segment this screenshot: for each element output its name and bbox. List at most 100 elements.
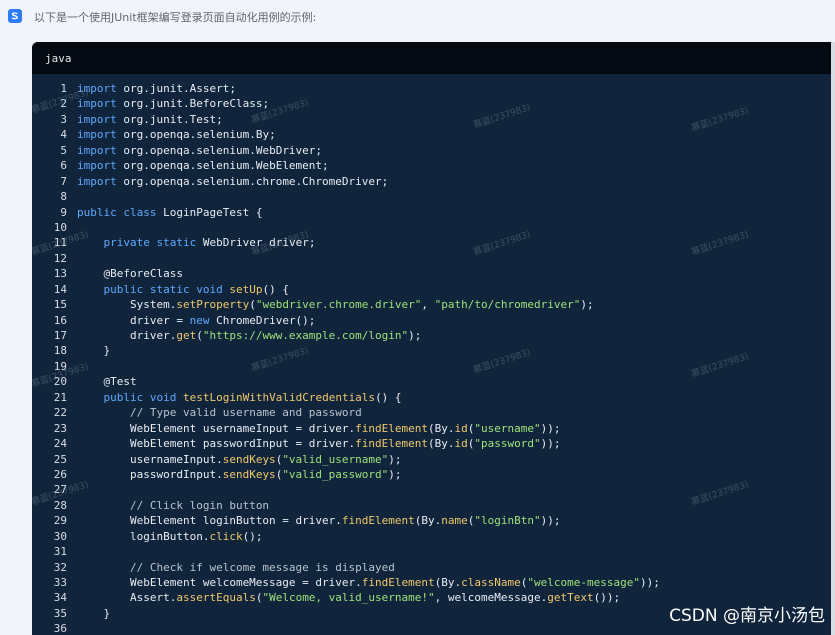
code-line: 25 usernameInput.sendKeys("valid_usernam… [32,452,832,467]
line-number: 2 [60,97,67,111]
code-text: import org.openqa.selenium.WebDriver; [77,143,323,157]
code-line: 22 // Type valid username and password [32,405,832,420]
line-number: 35 [53,606,67,620]
code-line: 15 System.setProperty("webdriver.chrome.… [32,297,832,312]
line-number: 4 [60,128,67,142]
code-text: import org.junit.BeforeClass; [77,97,270,111]
line-number: 19 [53,359,67,373]
code-text: WebElement passwordInput = driver.findEl… [77,437,561,451]
code-line: 14 public static void setUp() { [32,282,832,297]
line-number: 11 [53,236,67,250]
line-number: 28 [53,498,67,512]
code-text: import org.junit.Assert; [77,82,236,95]
code-text: import org.openqa.selenium.By; [77,128,276,142]
code-line: 30 loginButton.click(); [32,529,832,544]
code-text: @BeforeClass [103,267,183,281]
code-line: 26 passwordInput.sendKeys("valid_passwor… [32,467,832,482]
line-number: 26 [53,467,67,481]
code-text: } [77,344,111,358]
line-number: 16 [53,313,67,327]
code-body: 1 import org.junit.Assert; 2 import org.jun… [32,81,832,635]
code-line: 32 // Check if welcome message is displa… [32,560,832,575]
code-text: WebElement welcomeMessage = driver.findE… [77,576,660,589]
code-text: // Type valid username and password [129,406,362,420]
code-line: 11 private static WebDriver driver; [32,235,832,250]
code-line: 10 [32,220,832,235]
code-text: // Click login button [129,498,270,512]
line-number: 23 [53,421,67,435]
code-text: public class LoginPageTest { [77,205,263,219]
code-line: 24 WebElement passwordInput = driver.fin… [32,436,832,451]
line-number: 20 [53,375,67,389]
code-line: 5 import org.openqa.selenium.WebDriver; [32,143,832,158]
code-line: 28 // Click login button [32,498,832,513]
line-number: 24 [53,437,67,451]
code-line: 6 import org.openqa.selenium.WebElement; [32,158,832,173]
line-number: 7 [60,174,67,188]
code-line: 12 [32,251,832,266]
line-number: 1 [60,82,67,95]
code-text: import org.junit.Test; [77,112,223,126]
code-text: public void testLoginWithValidCredential… [103,390,402,404]
code-line: 3 import org.junit.Test; [32,112,832,127]
code-text: @Test [103,375,137,389]
line-number: 6 [60,159,67,173]
line-number: 21 [53,390,67,404]
line-number: 5 [60,143,67,157]
code-line: 13 @BeforeClass [32,266,832,281]
csdn-watermark: CSDN @南京小汤包 [669,606,825,626]
vertical-scrollbar[interactable] [831,42,835,635]
code-text: // Check if welcome message is displayed [129,560,395,574]
code-block: java 1 import org.junit.Assert; 2 import or… [32,42,832,635]
code-line: 19 [32,359,832,374]
line-number: 30 [53,529,67,543]
code-line: 1 import org.junit.Assert; [32,81,832,96]
code-line: 23 WebElement usernameInput = driver.fin… [32,421,832,436]
line-number: 36 [53,622,67,635]
code-line: 21 public void testLoginWithValidCredent… [32,390,832,405]
line-number: 14 [53,282,67,296]
code-text: import org.openqa.selenium.chrome.Chrome… [77,174,389,188]
line-number: 8 [60,190,67,204]
assistant-logo-icon [8,9,22,23]
line-number: 25 [53,452,67,466]
code-text: Assert.assertEquals("Welcome, valid_user… [77,591,621,605]
line-number: 34 [53,591,67,605]
line-number: 9 [60,205,67,219]
line-number: 13 [53,267,67,281]
code-line: 27 [32,482,832,497]
line-number: 15 [53,298,67,312]
line-number: 12 [53,251,67,265]
code-line: 8 [32,189,832,204]
code-header: java [32,42,832,74]
code-text: } [77,606,111,620]
code-line: 9 public class LoginPageTest { [32,205,832,220]
screenshot-root: 以下是一个使用JUnit框架编写登录页面自动化用例的示例: java 1 impo… [0,0,835,635]
line-number: 3 [60,112,67,126]
line-number: 32 [53,560,67,574]
code-text: WebElement loginButton = driver.findElem… [77,514,561,528]
code-text: driver = new ChromeDriver(); [77,313,316,327]
code-line: 4 import org.openqa.selenium.By; [32,127,832,142]
code-line: 7 import org.openqa.selenium.chrome.Chrom… [32,174,832,189]
code-language-label: java [45,52,72,65]
code-line: 17 driver.get("https://www.example.com/l… [32,328,832,343]
code-line: 2 import org.junit.BeforeClass; [32,96,832,111]
code-line: 20 @Test [32,374,832,389]
line-number: 18 [53,344,67,358]
code-text: usernameInput.sendKeys("valid_username")… [77,452,402,466]
code-text: import org.openqa.selenium.WebElement; [77,159,329,173]
line-number: 29 [53,514,67,528]
line-number: 33 [53,576,67,589]
code-text: System.setProperty("webdriver.chrome.dri… [77,298,594,312]
code-text: public static void setUp() { [103,282,290,296]
code-text: passwordInput.sendKeys("valid_password")… [77,467,402,481]
code-line: 16 driver = new ChromeDriver(); [32,313,832,328]
line-number: 31 [53,545,67,559]
